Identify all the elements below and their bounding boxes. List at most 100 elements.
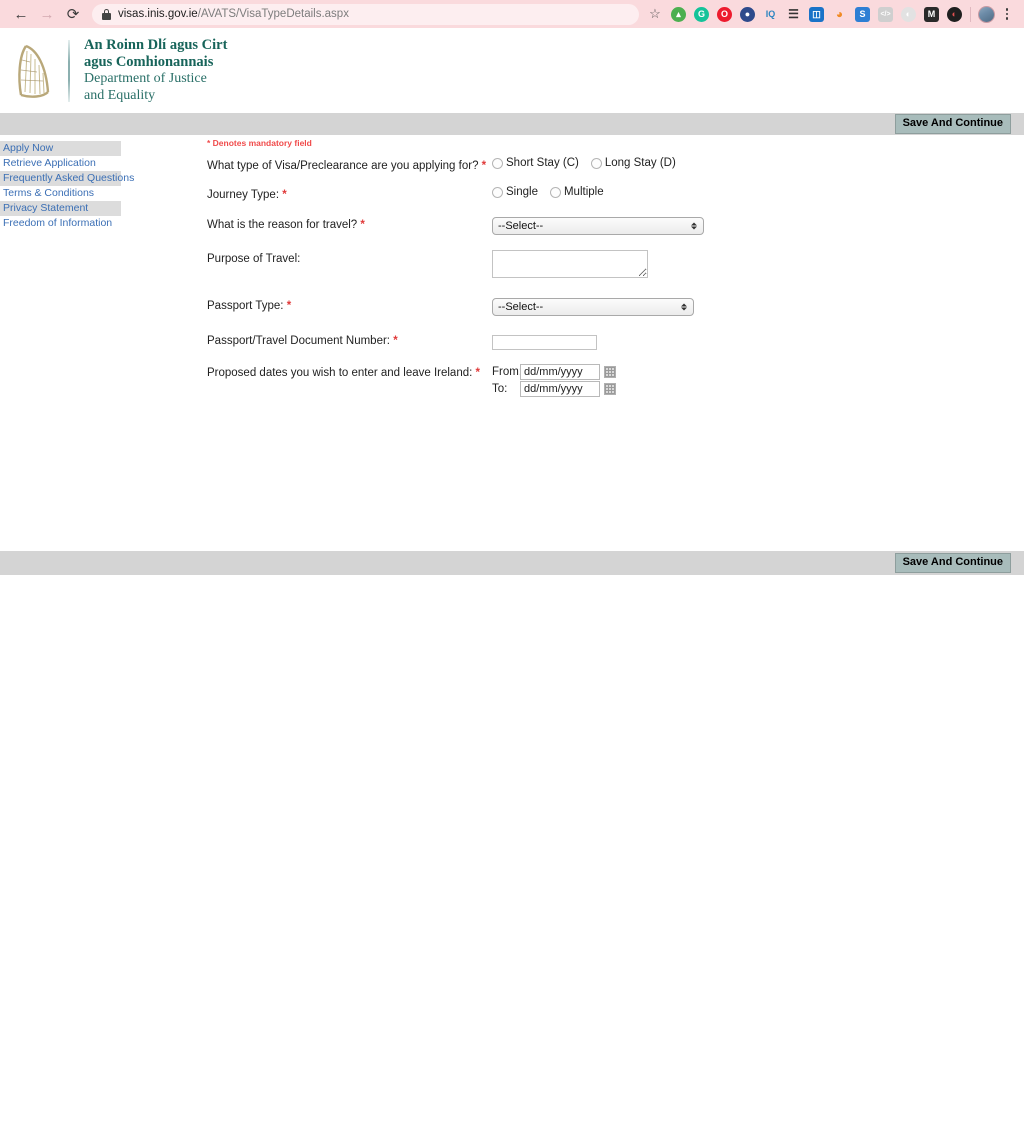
date-from-label: From: [492,366,523,378]
extensions-strip: ▴ G O ● IQ ☰ ◫ ◕ S </> ◐ M ◐ [667,0,998,28]
header-divider [68,39,70,102]
reason-for-travel-label: What is the reason for travel? * [207,216,492,232]
journey-type-control: Single Multiple [492,186,807,198]
required-asterisk: * [282,189,287,201]
date-row-from: From: [492,364,807,380]
bottom-action-bar: Save And Continue [0,551,1024,575]
passport-number-label: Passport/Travel Document Number: * [207,332,492,348]
sidebar-item-retrieve-application[interactable]: Retrieve Application [0,156,121,171]
sidebar-item-terms-conditions[interactable]: Terms & Conditions [0,186,121,201]
save-and-continue-button-bottom[interactable]: Save And Continue [894,553,1011,573]
radio-single-label: Single [506,186,538,198]
department-title: An Roinn Dlí agus Cirt agus Comhionannai… [84,37,227,104]
visa-type-label-text: What type of Visa/Preclearance are you a… [207,160,479,172]
required-asterisk: * [393,335,398,347]
field-row-proposed-dates: Proposed dates you wish to enter and lea… [207,364,807,398]
address-bar[interactable]: visas.inis.gov.ie/AVATS/VisaTypeDetails.… [92,3,639,25]
required-asterisk: * [360,219,365,231]
purpose-of-travel-control [492,250,807,283]
sidebar-navigation: Apply Now Retrieve Application Frequentl… [0,141,134,231]
journey-type-label: Journey Type: * [207,186,492,202]
passport-number-label-text: Passport/Travel Document Number: [207,335,391,347]
calendar-icon-to[interactable] [604,383,616,395]
journey-type-radio-group: Single Multiple [492,186,807,198]
lock-icon [102,8,111,20]
journey-type-label-text: Journey Type: [207,189,280,201]
mandatory-field-note: * Denotes mandatory field [207,138,312,148]
sidebar-item-privacy-statement[interactable]: Privacy Statement [0,201,121,216]
evernote-extension-icon[interactable]: ▴ [667,0,690,28]
field-row-purpose-of-travel: Purpose of Travel: [207,250,807,283]
save-and-continue-button-top[interactable]: Save And Continue [894,114,1011,134]
sidebar-item-apply-now[interactable]: Apply Now [0,141,121,156]
radio-option-long-stay[interactable]: Long Stay (D) [590,157,676,169]
field-row-visa-type: What type of Visa/Preclearance are you a… [207,157,807,173]
code-extension-icon[interactable]: </> [874,0,897,28]
date-from-input[interactable] [520,364,600,380]
required-asterisk: * [475,367,480,379]
dark-reader-extension-icon[interactable]: ◐ [943,0,966,28]
visa-type-control: Short Stay (C) Long Stay (D) [492,157,807,169]
passport-type-select[interactable]: --Select-- [492,298,694,316]
s-extension-icon[interactable]: S [851,0,874,28]
passport-number-input[interactable] [492,334,597,350]
back-icon[interactable]: ← [8,1,34,27]
opera-extension-icon[interactable]: O [713,0,736,28]
yin-yang-extension-icon[interactable]: ◐ [897,0,920,28]
proposed-dates-label: Proposed dates you wish to enter and lea… [207,364,492,380]
rss-feed-extension-icon[interactable]: ◕ [828,0,851,28]
radio-short-stay-label: Short Stay (C) [506,157,579,169]
radio-option-single[interactable]: Single [492,186,538,198]
passport-type-select-wrap: --Select-- [492,297,694,316]
layers-extension-icon[interactable]: ☰ [782,0,805,28]
radio-multiple[interactable] [549,186,561,198]
star-icon[interactable]: ☆ [643,2,667,26]
department-title-english-2: and Equality [84,87,156,103]
page-content: An Roinn Dlí agus Cirt agus Comhionannai… [0,28,1024,1138]
trello-extension-icon[interactable]: ◫ [805,0,828,28]
reason-for-travel-label-text: What is the reason for travel? [207,219,358,231]
radio-single[interactable] [492,186,503,198]
date-to-input[interactable] [520,381,600,397]
visa-type-form: * Denotes mandatory field What type of V… [207,135,807,398]
grammarly-extension-icon[interactable]: G [690,0,713,28]
field-row-journey-type: Journey Type: * Single Multiple [207,186,807,202]
department-title-english-1: Department of Justice [84,71,207,87]
radio-option-multiple[interactable]: Multiple [549,186,604,198]
department-title-irish-1: An Roinn Dlí agus Cirt [84,36,228,53]
radio-long-stay[interactable] [590,157,602,169]
field-row-passport-type: Passport Type: * --Select-- [207,297,807,316]
department-title-irish-2: agus Comhionannais [84,53,214,70]
profile-avatar-icon[interactable] [975,0,998,28]
proposed-dates-label-text: Proposed dates you wish to enter and lea… [207,367,473,379]
field-row-reason-for-travel: What is the reason for travel? * --Selec… [207,216,807,235]
reason-for-travel-control: --Select-- [492,216,807,235]
passport-type-label-text: Passport Type: [207,300,284,312]
site-header: An Roinn Dlí agus Cirt agus Comhionannai… [0,28,1024,113]
radio-short-stay[interactable] [492,157,503,169]
radio-long-stay-label: Long Stay (D) [604,157,676,169]
required-asterisk: * [481,160,487,172]
main-body: Apply Now Retrieve Application Frequentl… [0,135,1024,551]
calendar-icon-from[interactable] [604,366,616,378]
passport-type-label: Passport Type: * [207,297,492,313]
irish-harp-logo [10,38,60,104]
reload-icon[interactable]: ⟳ [60,1,86,27]
radio-option-short-stay[interactable]: Short Stay (C) [492,157,579,169]
url-domain: visas.inis.gov.ie [118,8,198,20]
kebab-menu-icon[interactable] [998,0,1016,28]
toolbar-divider [970,6,971,22]
sidebar-item-freedom-of-information[interactable]: Freedom of Information [0,216,121,231]
browser-toolbar: ← → ⟳ visas.inis.gov.ie/AVATS/VisaTypeDe… [0,0,1024,28]
required-asterisk: * [286,300,292,312]
iq-extension-icon[interactable]: IQ [759,0,782,28]
purpose-of-travel-textarea[interactable] [492,250,648,278]
reason-for-travel-select-wrap: --Select-- [492,216,704,235]
reason-for-travel-select[interactable]: --Select-- [492,217,704,235]
purpose-of-travel-label: Purpose of Travel: [207,253,301,265]
mailtrack-extension-icon[interactable]: M [920,0,943,28]
url-path: /AVATS/VisaTypeDetails.aspx [197,8,349,20]
sidebar-item-faq[interactable]: Frequently Asked Questions [0,171,134,186]
moon-reader-extension-icon[interactable]: ● [736,0,759,28]
proposed-dates-control: From: To: [492,364,807,398]
